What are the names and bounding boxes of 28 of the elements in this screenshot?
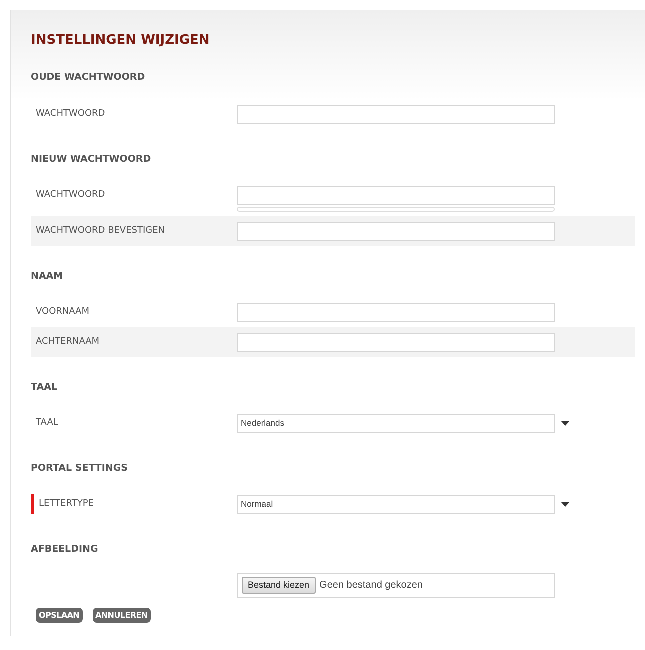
section-heading: NAAM <box>31 270 64 284</box>
cancel-button[interactable]: ANNULEREN <box>92 608 151 623</box>
field-label: LETTERTYPE <box>38 499 95 509</box>
section-heading: PORTAL SETTINGS <box>31 462 130 476</box>
field-label: ACHTERNAAM <box>35 337 101 347</box>
choose-file-button[interactable]: Bestand kiezen <box>242 576 316 594</box>
text-field[interactable] <box>237 222 555 240</box>
file-field[interactable]: Bestand kiezen Geen bestand gekozen <box>237 572 555 598</box>
dropdown-field[interactable]: Normaal <box>237 494 555 514</box>
caret-icon[interactable] <box>561 420 570 426</box>
field-label: WACHTWOORD BEVESTIGEN <box>35 226 166 236</box>
section-heading: NIEUW WACHTWOORD <box>31 153 152 167</box>
field-label: TAAL <box>35 418 60 428</box>
field-label: WACHTWOORD <box>35 109 106 119</box>
text-field[interactable] <box>237 104 555 124</box>
text-field[interactable] <box>237 332 555 352</box>
section-heading: AFBEELDING <box>31 543 100 557</box>
dropdown-field[interactable]: Nederlands <box>237 414 555 432</box>
section-heading: TAAL <box>31 381 59 395</box>
file-status: Geen bestand gekozen <box>320 578 423 592</box>
caret-icon[interactable] <box>561 502 570 506</box>
text-field[interactable] <box>237 302 555 322</box>
section-heading: OUDE WACHTWOORD <box>31 71 146 85</box>
field-label: VOORNAAM <box>35 307 90 317</box>
save-button[interactable]: OPSLAAN <box>36 608 83 623</box>
text-field[interactable] <box>237 186 555 204</box>
page-title: INSTELLINGEN WIJZIGEN <box>31 32 211 50</box>
field-label: WACHTWOORD <box>35 190 106 200</box>
